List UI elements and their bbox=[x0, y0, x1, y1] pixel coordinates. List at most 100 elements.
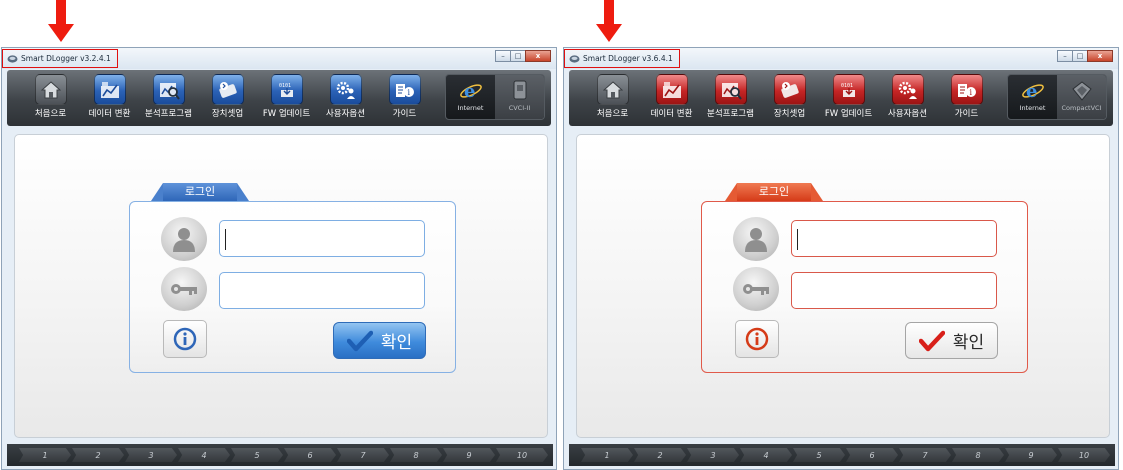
internet-explorer-icon: e bbox=[1021, 81, 1044, 102]
info-button[interactable] bbox=[735, 320, 779, 358]
tool-data-convert[interactable]: 데이터 변환 bbox=[80, 74, 139, 119]
page-tab-10[interactable]: 10 bbox=[496, 448, 548, 462]
tool-analysis[interactable]: 분석프로그램 bbox=[701, 74, 760, 119]
page-tab-7[interactable]: 7 bbox=[337, 448, 389, 462]
svg-text:0101: 0101 bbox=[279, 83, 291, 89]
checkmark-icon bbox=[918, 330, 945, 351]
username-field[interactable] bbox=[791, 220, 997, 257]
main-toolbar: 처음으로 데이터 변환 분석프로그램 장치셋업 0101 FW 업데이트 사용자… bbox=[569, 70, 1113, 126]
compactvci-button[interactable]: CompactVCI bbox=[1057, 75, 1106, 119]
tool-data-convert[interactable]: 데이터 변환 bbox=[642, 74, 701, 119]
tool-label: 사용자옵션 bbox=[325, 109, 366, 119]
tool-device-setup[interactable]: 장치셋업 bbox=[198, 74, 257, 119]
page-tab-8[interactable]: 8 bbox=[390, 448, 442, 462]
minimize-button[interactable]: – bbox=[1057, 50, 1073, 62]
svg-text:i: i bbox=[969, 88, 972, 97]
page-bar: 1 2 3 4 5 6 7 8 9 10 bbox=[7, 444, 553, 466]
side-label: Internet bbox=[1019, 104, 1046, 112]
username-input[interactable] bbox=[220, 221, 424, 256]
page-tab-4[interactable]: 4 bbox=[740, 448, 792, 462]
cvci-device-icon bbox=[513, 80, 526, 100]
window-title: Smart DLogger v3.6.4.1 bbox=[583, 54, 673, 63]
svg-text:e: e bbox=[464, 81, 475, 102]
password-field[interactable] bbox=[219, 272, 425, 309]
guide-icon: i bbox=[395, 83, 414, 97]
page-tab-5[interactable]: 5 bbox=[231, 448, 283, 462]
tool-home[interactable]: 처음으로 bbox=[583, 74, 642, 119]
main-toolbar: 처음으로 데이터 변환 분석프로그램 장치셋업 0101 FW 업데이트 사용자… bbox=[7, 70, 551, 126]
maximize-button[interactable]: □ bbox=[510, 50, 526, 62]
page-tab-3[interactable]: 3 bbox=[125, 448, 177, 462]
content-panel: 로그인 확인 bbox=[576, 134, 1110, 438]
page-tab-9[interactable]: 9 bbox=[443, 448, 495, 462]
ok-button[interactable]: 확인 bbox=[905, 322, 998, 359]
user-avatar bbox=[733, 217, 779, 261]
key-icon bbox=[743, 284, 769, 295]
page-tab-9[interactable]: 9 bbox=[1005, 448, 1057, 462]
guide-icon: i bbox=[957, 83, 976, 97]
page-tab-3[interactable]: 3 bbox=[687, 448, 739, 462]
close-button[interactable]: x bbox=[525, 50, 551, 62]
page-tab-8[interactable]: 8 bbox=[952, 448, 1004, 462]
tool-label: 데이터 변환 bbox=[650, 109, 693, 119]
maximize-button[interactable]: □ bbox=[1072, 50, 1088, 62]
password-input[interactable] bbox=[220, 273, 424, 308]
home-icon bbox=[602, 80, 623, 98]
firmware-icon: 0101 bbox=[279, 83, 293, 97]
user-options-icon bbox=[898, 81, 917, 99]
login-box: 확인 bbox=[129, 201, 456, 373]
title-bar[interactable]: Smart DLogger v3.2.4.1 – □ x bbox=[2, 48, 556, 69]
page-tab-2[interactable]: 2 bbox=[634, 448, 686, 462]
side-label: CompactVCI bbox=[1061, 104, 1102, 112]
tool-user-options[interactable]: 사용자옵션 bbox=[316, 74, 375, 119]
minimize-button[interactable]: – bbox=[495, 50, 511, 62]
title-highlight-box: Smart DLogger v3.2.4.1 bbox=[2, 49, 118, 68]
tool-home[interactable]: 처음으로 bbox=[21, 74, 80, 119]
tool-firmware-update[interactable]: 0101 FW 업데이트 bbox=[257, 74, 316, 119]
page-tab-6[interactable]: 6 bbox=[284, 448, 336, 462]
data-convert-icon bbox=[100, 81, 119, 98]
page-tab-6[interactable]: 6 bbox=[846, 448, 898, 462]
page-tab-7[interactable]: 7 bbox=[899, 448, 951, 462]
content-panel: 로그인 확인 bbox=[14, 134, 548, 438]
close-button[interactable]: x bbox=[1087, 50, 1113, 62]
page-tab-4[interactable]: 4 bbox=[178, 448, 230, 462]
ok-button[interactable]: 확인 bbox=[333, 322, 426, 359]
tool-label: 분석프로그램 bbox=[707, 109, 754, 119]
page-tab-10[interactable]: 10 bbox=[1058, 448, 1110, 462]
svg-text:e: e bbox=[1026, 81, 1037, 102]
firmware-icon: 0101 bbox=[841, 83, 855, 97]
password-field[interactable] bbox=[791, 272, 997, 309]
tool-guide[interactable]: i 가이드 bbox=[375, 74, 434, 119]
ok-button-label: 확인 bbox=[952, 333, 985, 353]
tool-firmware-update[interactable]: 0101 FW 업데이트 bbox=[819, 74, 878, 119]
side-label: Internet bbox=[457, 104, 484, 112]
tool-label: 데이터 변환 bbox=[88, 109, 131, 119]
tool-label: 분석프로그램 bbox=[145, 109, 192, 119]
username-field[interactable] bbox=[219, 220, 425, 257]
login-tab: 로그인 bbox=[725, 183, 823, 201]
tool-label: 처음으로 bbox=[34, 109, 67, 119]
internet-button[interactable]: e Internet bbox=[1008, 75, 1057, 119]
page-tab-5[interactable]: 5 bbox=[793, 448, 845, 462]
analysis-icon bbox=[721, 82, 742, 100]
side-panel: e Internet CompactVCI bbox=[1007, 74, 1107, 120]
device-setup-icon bbox=[780, 81, 799, 98]
page-tab-1[interactable]: 1 bbox=[19, 448, 71, 462]
tool-label: 사용자옵션 bbox=[887, 109, 928, 119]
svg-text:0101: 0101 bbox=[841, 83, 853, 89]
tool-analysis[interactable]: 분석프로그램 bbox=[139, 74, 198, 119]
internet-button[interactable]: e Internet bbox=[446, 75, 495, 119]
cvci-button[interactable]: CVCI-II bbox=[495, 75, 544, 119]
tool-device-setup[interactable]: 장치셋업 bbox=[760, 74, 819, 119]
title-bar[interactable]: Smart DLogger v3.6.4.1 – □ x bbox=[564, 48, 1118, 69]
password-input[interactable] bbox=[792, 273, 996, 308]
page-tab-2[interactable]: 2 bbox=[72, 448, 124, 462]
page-tab-1[interactable]: 1 bbox=[581, 448, 633, 462]
tool-guide[interactable]: i 가이드 bbox=[937, 74, 996, 119]
tool-user-options[interactable]: 사용자옵션 bbox=[878, 74, 937, 119]
app-logo-icon bbox=[7, 54, 18, 63]
info-button[interactable] bbox=[163, 320, 207, 358]
login-box: 확인 bbox=[701, 201, 1028, 373]
username-input[interactable] bbox=[792, 221, 996, 256]
